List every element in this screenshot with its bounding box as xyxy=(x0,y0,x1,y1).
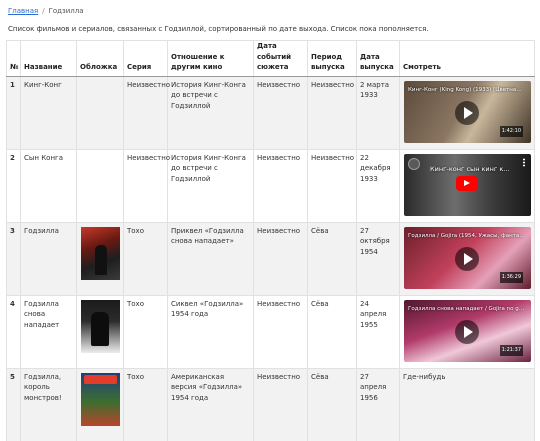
page: Главная / Годзилла Список фильмов и сериал… xyxy=(0,0,540,441)
row-release: 2 марта 1933 xyxy=(356,75,400,150)
header-release: Дата выпуска xyxy=(356,40,400,77)
video-duration: 1:42:10 xyxy=(499,126,523,137)
header-plot-date: Дата событий сюжета xyxy=(253,40,308,77)
video-embed[interactable]: Годзилла / Gojira (1954, Ужасы, фантас..… xyxy=(404,226,531,289)
cover-image xyxy=(81,372,120,426)
youtube-play-icon[interactable] xyxy=(456,175,478,191)
row-watch: Кинг-Конг (King Kong) (1933) [Цветная в.… xyxy=(399,75,535,150)
table-row: 3 Годзилла Тохо Приквел «Годзилла снова … xyxy=(6,221,535,296)
header-cover: Обложка xyxy=(76,40,124,77)
breadcrumb-current: Годзилла xyxy=(48,7,84,15)
row-plot-date: Неизвестно xyxy=(253,294,308,369)
breadcrumb-separator: / xyxy=(42,7,45,15)
video-embed[interactable]: Кинг-конг сын кинг к... xyxy=(404,153,531,216)
video-embed[interactable]: Годзилла снова нападает / Gojira no gya.… xyxy=(404,299,531,362)
header-relation: Отношение к другим кино xyxy=(167,40,254,77)
video-title[interactable]: Кинг-Конг (King Kong) (1933) [Цветная в.… xyxy=(408,85,525,96)
row-relation: Приквел «Годзилла снова нападает» xyxy=(167,221,254,296)
row-release: 27 октября 1954 xyxy=(356,221,400,296)
row-cover xyxy=(76,294,124,369)
row-series: Неизвестно xyxy=(123,148,170,223)
table-row: 4 Годзилла снова нападает Тохо Сиквел «Г… xyxy=(6,294,535,369)
watch-placeholder: Где-нибудь xyxy=(403,372,446,381)
row-release: 24 апреля 1955 xyxy=(356,294,400,369)
row-plot-date: Неизвестно xyxy=(253,148,308,223)
header-num: № xyxy=(6,40,21,77)
header-series: Серия xyxy=(123,40,168,77)
row-series: Тохо xyxy=(123,221,168,296)
table-row: 1 Кинг-Конг Неизвестно История Кинг-Конг… xyxy=(6,75,535,150)
header-era: Период выпуска xyxy=(307,40,357,77)
play-icon[interactable] xyxy=(455,319,479,344)
row-era: Неизвестно xyxy=(307,148,357,223)
row-num: 1 xyxy=(6,75,21,150)
breadcrumb-home-link[interactable]: Главная xyxy=(8,7,38,15)
play-icon[interactable] xyxy=(455,246,479,271)
row-cover-empty xyxy=(76,75,124,150)
header-watch: Смотреть xyxy=(399,40,535,77)
video-title[interactable]: Годзилла / Gojira (1954, Ужасы, фантас..… xyxy=(408,231,525,242)
video-embed[interactable]: Кинг-Конг (King Kong) (1933) [Цветная в.… xyxy=(404,80,531,143)
row-plot-date: Неизвестно xyxy=(253,75,308,150)
more-options-icon[interactable] xyxy=(523,157,525,167)
row-cover-empty xyxy=(76,148,124,223)
row-watch: Годзилла / Gojira (1954, Ужасы, фантас..… xyxy=(399,221,535,296)
row-title: Годзилла xyxy=(20,221,77,296)
row-watch: Кинг-конг сын кинг к... xyxy=(399,148,535,223)
header-title: Название xyxy=(20,40,77,77)
row-era: Сёва xyxy=(307,221,357,296)
video-title[interactable]: Годзилла снова нападает / Gojira no gya.… xyxy=(408,304,525,315)
cover-image xyxy=(81,226,120,280)
row-title: Сын Конга xyxy=(20,148,77,223)
row-cover xyxy=(76,221,124,296)
row-num: 3 xyxy=(6,221,21,296)
row-era: Сёва xyxy=(307,294,357,369)
video-duration: 1:36:29 xyxy=(499,272,523,283)
page-intro: Список фильмов и сериалов, связанных с Г… xyxy=(8,25,429,33)
video-duration: 1:21:37 xyxy=(499,345,523,356)
video-title[interactable]: Кинг-конг сын кинг к... xyxy=(430,164,525,175)
films-table: № Название Обложка Серия Отношение к дру… xyxy=(6,40,535,441)
table-row: 2 Сын Конга Неизвестно История Кинг-Конг… xyxy=(6,148,535,223)
row-num: 2 xyxy=(6,148,21,223)
row-watch: Годзилла снова нападает / Gojira no gya.… xyxy=(399,294,535,369)
cover-image xyxy=(81,299,120,353)
row-series: Неизвестно xyxy=(123,75,170,150)
table-header-row: № Название Обложка Серия Отношение к дру… xyxy=(6,40,535,77)
play-icon[interactable] xyxy=(455,100,479,125)
row-relation: Сиквел «Годзилла» 1954 года xyxy=(167,294,254,369)
row-era: Неизвестно xyxy=(307,75,357,150)
row-relation: История Кинг-Конга до встречи с Годзилло… xyxy=(167,75,254,150)
row-relation: История Кинг-Конга до встречи с Годзилло… xyxy=(167,148,254,223)
row-series: Тохо xyxy=(123,294,168,369)
row-release: 22 декабря 1933 xyxy=(356,148,400,223)
breadcrumb: Главная / Годзилла xyxy=(8,7,84,15)
row-plot-date: Неизвестно xyxy=(253,221,308,296)
row-num: 4 xyxy=(6,294,21,369)
row-title: Годзилла снова нападает xyxy=(20,294,77,369)
row-title: Кинг-Конг xyxy=(20,75,77,150)
channel-avatar-icon xyxy=(408,157,420,170)
